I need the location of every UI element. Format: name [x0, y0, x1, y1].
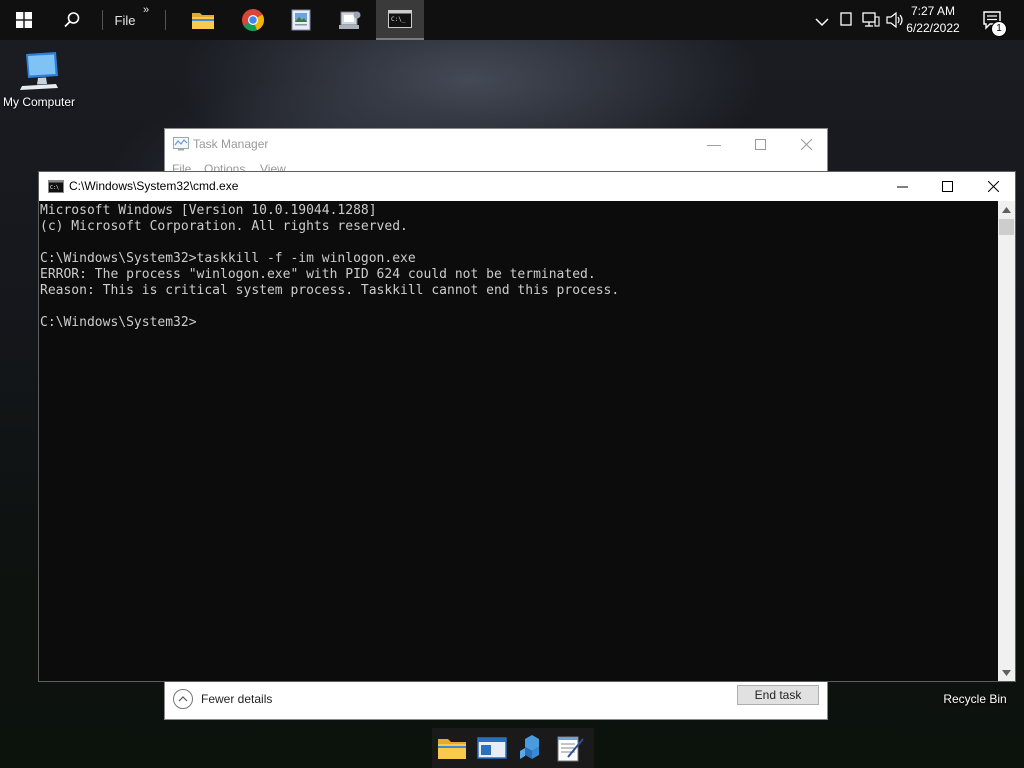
dock-cubes-app[interactable]: [516, 732, 548, 764]
scroll-down-arrow[interactable]: [998, 664, 1015, 681]
window-app-icon: [477, 737, 507, 759]
task-manager-icon: [173, 137, 189, 151]
cubes-icon: [520, 735, 539, 759]
cmd-minimize-button[interactable]: [879, 172, 925, 201]
console-output[interactable]: Microsoft Windows [Version 10.0.19044.12…: [39, 201, 999, 681]
system-clock[interactable]: 7:27 AM 6/22/2022: [898, 3, 968, 37]
taskbar-separator: [102, 10, 103, 30]
file-explorer-icon: [192, 13, 214, 29]
tray-device-icon[interactable]: [840, 12, 852, 31]
console-line: Reason: This is critical system process.…: [40, 283, 620, 298]
cmd-window-title: C:\Windows\System32\cmd.exe: [69, 179, 239, 193]
task-manager-close-button[interactable]: [783, 129, 829, 159]
maximize-icon: [941, 181, 953, 192]
console-line: ERROR: The process "winlogon.exe" with P…: [40, 267, 596, 282]
image-viewer-icon: [291, 9, 311, 31]
notepad-icon: [557, 736, 584, 762]
taskbar-cmd[interactable]: C:\_: [376, 0, 424, 40]
console-line: C:\Windows\System32>taskkill -f -im winl…: [40, 251, 416, 266]
cmd-titlebar[interactable]: C:\ C:\Windows\System32\cmd.exe: [39, 172, 1015, 201]
desktop-icon-label: My Computer: [2, 95, 76, 109]
chevron-up-icon: [173, 689, 193, 709]
quick-launch-dock: [432, 728, 594, 768]
task-manager-minimize-button[interactable]: —: [691, 129, 737, 159]
svg-text:C:\_: C:\_: [391, 16, 406, 23]
taskbar-separator: [165, 10, 166, 30]
console-line: Microsoft Windows [Version 10.0.19044.12…: [40, 203, 377, 218]
file-toolbar-button[interactable]: File: [110, 0, 140, 40]
network-icon[interactable]: [862, 12, 880, 33]
start-button[interactable]: [0, 0, 48, 40]
clock-time: 7:27 AM: [910, 4, 956, 18]
cmd-icon: C:\_: [388, 10, 412, 28]
clock-date: 6/22/2022: [906, 21, 960, 35]
scrollbar-thumb[interactable]: [999, 219, 1014, 235]
windows-logo-icon: [16, 12, 32, 28]
desktop-icon-recycle-bin[interactable]: Recycle Bin: [938, 692, 1012, 706]
system-app-icon: [339, 11, 361, 29]
svg-text:C:\: C:\: [50, 185, 59, 191]
dock-notepad[interactable]: [554, 732, 586, 764]
cmd-close-button[interactable]: [970, 172, 1016, 201]
taskbar-system-app[interactable]: [328, 0, 372, 40]
console-line: (c) Microsoft Corporation. All rights re…: [40, 219, 408, 234]
dock-window-app[interactable]: [476, 732, 508, 764]
minimize-icon: [896, 186, 908, 188]
arrow-up-icon: [1002, 206, 1011, 213]
desktop-icon-my-computer[interactable]: My Computer: [0, 50, 78, 109]
task-manager-maximize-button[interactable]: [737, 129, 783, 159]
console-scrollbar[interactable]: [998, 201, 1015, 681]
end-task-button[interactable]: End task: [737, 685, 819, 705]
chrome-icon: [242, 9, 264, 31]
task-manager-footer: Fewer details End task: [165, 679, 827, 719]
cmd-maximize-button[interactable]: [924, 172, 970, 201]
toolbar-overflow-icon[interactable]: »: [140, 0, 152, 30]
fewer-details-button[interactable]: Fewer details: [173, 689, 272, 709]
arrow-down-icon: [1002, 669, 1011, 676]
dock-folder[interactable]: [436, 732, 468, 764]
taskbar-file-explorer[interactable]: [181, 0, 225, 40]
search-button[interactable]: [50, 0, 94, 40]
console-prompt-line: C:\Windows\System32>: [40, 315, 197, 330]
task-manager-title: Task Manager: [193, 137, 269, 151]
scroll-up-arrow[interactable]: [998, 201, 1015, 218]
folder-icon: [438, 739, 466, 759]
chevron-up-icon: [815, 18, 829, 27]
close-icon: [987, 181, 999, 192]
taskbar-chrome[interactable]: [231, 0, 275, 40]
cmd-window: C:\ C:\Windows\System32\cmd.exe Microsof…: [38, 171, 1016, 682]
show-hidden-icons-button[interactable]: [815, 14, 829, 32]
notification-badge: 1: [991, 21, 1007, 37]
computer-icon: [20, 52, 58, 90]
taskbar-image-viewer[interactable]: [279, 0, 323, 40]
fewer-details-label: Fewer details: [201, 692, 273, 706]
taskbar: File » C:\_ 7:27 AM 6/22/2022 1: [0, 0, 1024, 40]
desktop-icon-label: Recycle Bin: [943, 692, 1007, 706]
cmd-window-icon: C:\: [48, 180, 64, 193]
search-icon: [64, 12, 80, 28]
